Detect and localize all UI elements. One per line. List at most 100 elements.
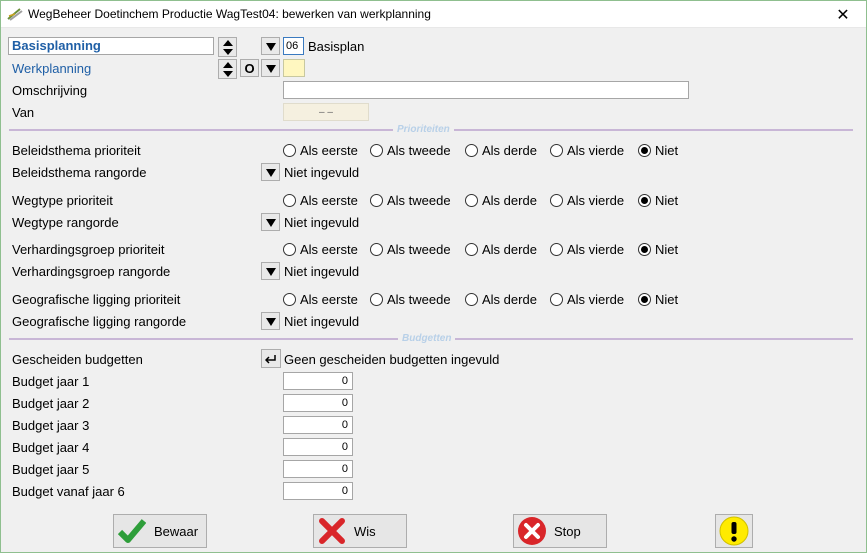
close-button[interactable]: ✕ xyxy=(820,1,866,28)
prioriteit-radio-option[interactable]: Als eerste xyxy=(283,193,358,208)
prioriteit-radio-option[interactable]: Als derde xyxy=(465,242,537,257)
prioriteit-radio-option[interactable]: Als derde xyxy=(465,292,537,307)
budget-year-input[interactable]: 0 xyxy=(283,482,353,500)
budget-year-input[interactable]: 0 xyxy=(283,372,353,390)
radio-circle xyxy=(550,243,563,256)
cross-icon xyxy=(316,515,348,547)
wis-button[interactable]: Wis xyxy=(313,514,407,548)
prioriteit-radio-option[interactable]: Als eerste xyxy=(283,292,358,307)
basisplan-code-field[interactable]: 06 xyxy=(283,37,304,55)
prioriteit-radio-option[interactable]: Als eerste xyxy=(283,143,358,158)
rangorde-label: Verhardingsgroep rangorde xyxy=(12,264,171,279)
budget-year-label: Budget jaar 2 xyxy=(12,396,90,411)
radio-circle xyxy=(370,194,383,207)
radio-option-label: Als vierde xyxy=(567,242,625,257)
werkplanning-o-button[interactable]: O xyxy=(240,59,259,77)
gescheiden-budgetten-label: Gescheiden budgetten xyxy=(12,352,143,367)
warning-button[interactable] xyxy=(715,514,753,548)
prioriteit-radio-option[interactable]: Als tweede xyxy=(370,143,451,158)
stop-label: Stop xyxy=(554,523,581,539)
van-date-field[interactable]: – – xyxy=(283,103,369,121)
radio-option-label: Als vierde xyxy=(567,292,625,307)
budget-year-input[interactable]: 0 xyxy=(283,394,353,412)
radio-option-label: Niet xyxy=(655,143,679,158)
basisplanning-label: Basisplanning xyxy=(12,38,101,53)
basisplanning-dropdown-button[interactable] xyxy=(261,37,280,55)
prioriteit-radio-option[interactable]: Als tweede xyxy=(370,292,451,307)
rangorde-dropdown-button[interactable] xyxy=(261,213,280,231)
budget-year-label: Budget jaar 1 xyxy=(12,374,90,389)
rangorde-dropdown-button[interactable] xyxy=(261,163,280,181)
radio-circle xyxy=(638,144,651,157)
dialog-window: WegBeheer Doetinchem Productie WagTest04… xyxy=(0,0,867,553)
close-icon: ✕ xyxy=(836,6,850,24)
prioriteit-radio-option[interactable]: Als vierde xyxy=(550,143,624,158)
radio-option-label: Als derde xyxy=(482,292,537,307)
prioriteit-radio-option[interactable]: Als derde xyxy=(465,143,537,158)
prioriteit-label: Beleidsthema prioriteit xyxy=(12,143,141,158)
radio-circle xyxy=(283,243,296,256)
omschrijving-label: Omschrijving xyxy=(12,83,88,98)
app-road-icon xyxy=(7,8,23,21)
radio-option-label: Als vierde xyxy=(567,143,625,158)
prioriteit-radio-option[interactable]: Als derde xyxy=(465,193,537,208)
werkplanning-dropdown-button[interactable] xyxy=(261,59,280,77)
wis-label: Wis xyxy=(354,523,376,539)
radio-option-label: Als vierde xyxy=(567,193,625,208)
radio-circle xyxy=(550,194,563,207)
van-label: Van xyxy=(12,105,35,120)
radio-circle xyxy=(550,144,563,157)
prioriteit-radio-option[interactable]: Als vierde xyxy=(550,292,624,307)
rangorde-label: Wegtype rangorde xyxy=(12,215,119,230)
omschrijving-input[interactable] xyxy=(283,81,689,99)
radio-option-label: Niet xyxy=(655,292,679,307)
radio-circle xyxy=(283,194,296,207)
budget-year-input[interactable]: 0 xyxy=(283,460,353,478)
budget-year-label: Budget vanaf jaar 6 xyxy=(12,484,125,499)
radio-circle xyxy=(465,293,478,306)
prioriteit-radio-option[interactable]: Niet xyxy=(638,193,678,208)
radio-option-label: Als eerste xyxy=(300,143,358,158)
bewaar-label: Bewaar xyxy=(154,523,199,539)
prioriteit-radio-option[interactable]: Niet xyxy=(638,143,678,158)
rangorde-value: Niet ingevuld xyxy=(284,264,360,279)
radio-option-label: Als eerste xyxy=(300,242,358,257)
prioriteit-radio-option[interactable]: Niet xyxy=(638,292,678,307)
prioriteit-label: Geografische ligging prioriteit xyxy=(12,292,181,307)
prioriteiten-section-label: Prioriteiten xyxy=(393,124,454,135)
prioriteit-label: Verhardingsgroep prioriteit xyxy=(12,242,165,257)
bewaar-button[interactable]: Bewaar xyxy=(113,514,207,548)
radio-circle xyxy=(638,194,651,207)
basisplanning-spin-button[interactable] xyxy=(218,37,237,57)
budget-year-label: Budget jaar 3 xyxy=(12,418,90,433)
werkplanning-spin-button[interactable] xyxy=(218,59,237,79)
stop-icon xyxy=(516,515,548,547)
radio-circle xyxy=(370,144,383,157)
prioriteit-radio-option[interactable]: Als tweede xyxy=(370,193,451,208)
radio-circle xyxy=(283,144,296,157)
gescheiden-budgetten-button[interactable] xyxy=(261,349,281,368)
gescheiden-budgetten-value: Geen gescheiden budgetten ingevuld xyxy=(284,352,500,367)
prioriteit-radio-option[interactable]: Als eerste xyxy=(283,242,358,257)
radio-circle xyxy=(465,194,478,207)
werkplanning-color-swatch[interactable] xyxy=(283,59,305,77)
budget-year-input[interactable]: 0 xyxy=(283,416,353,434)
rangorde-value: Niet ingevuld xyxy=(284,215,360,230)
prioriteit-radio-option[interactable]: Als vierde xyxy=(550,242,624,257)
radio-option-label: Niet xyxy=(655,242,679,257)
radio-circle xyxy=(638,293,651,306)
stop-button[interactable]: Stop xyxy=(513,514,607,548)
prioriteit-radio-option[interactable]: Niet xyxy=(638,242,678,257)
radio-option-label: Als tweede xyxy=(387,143,451,158)
radio-option-label: Als tweede xyxy=(387,193,451,208)
rangorde-dropdown-button[interactable] xyxy=(261,262,280,280)
radio-option-label: Als tweede xyxy=(387,242,451,257)
rangorde-label: Geografische ligging rangorde xyxy=(12,314,187,329)
rangorde-value: Niet ingevuld xyxy=(284,165,360,180)
prioriteit-radio-option[interactable]: Als tweede xyxy=(370,242,451,257)
budget-year-input[interactable]: 0 xyxy=(283,438,353,456)
enter-arrow-icon xyxy=(265,354,276,364)
basisplanning-field[interactable]: Basisplanning xyxy=(8,37,214,55)
prioriteit-radio-option[interactable]: Als vierde xyxy=(550,193,624,208)
rangorde-dropdown-button[interactable] xyxy=(261,312,280,330)
